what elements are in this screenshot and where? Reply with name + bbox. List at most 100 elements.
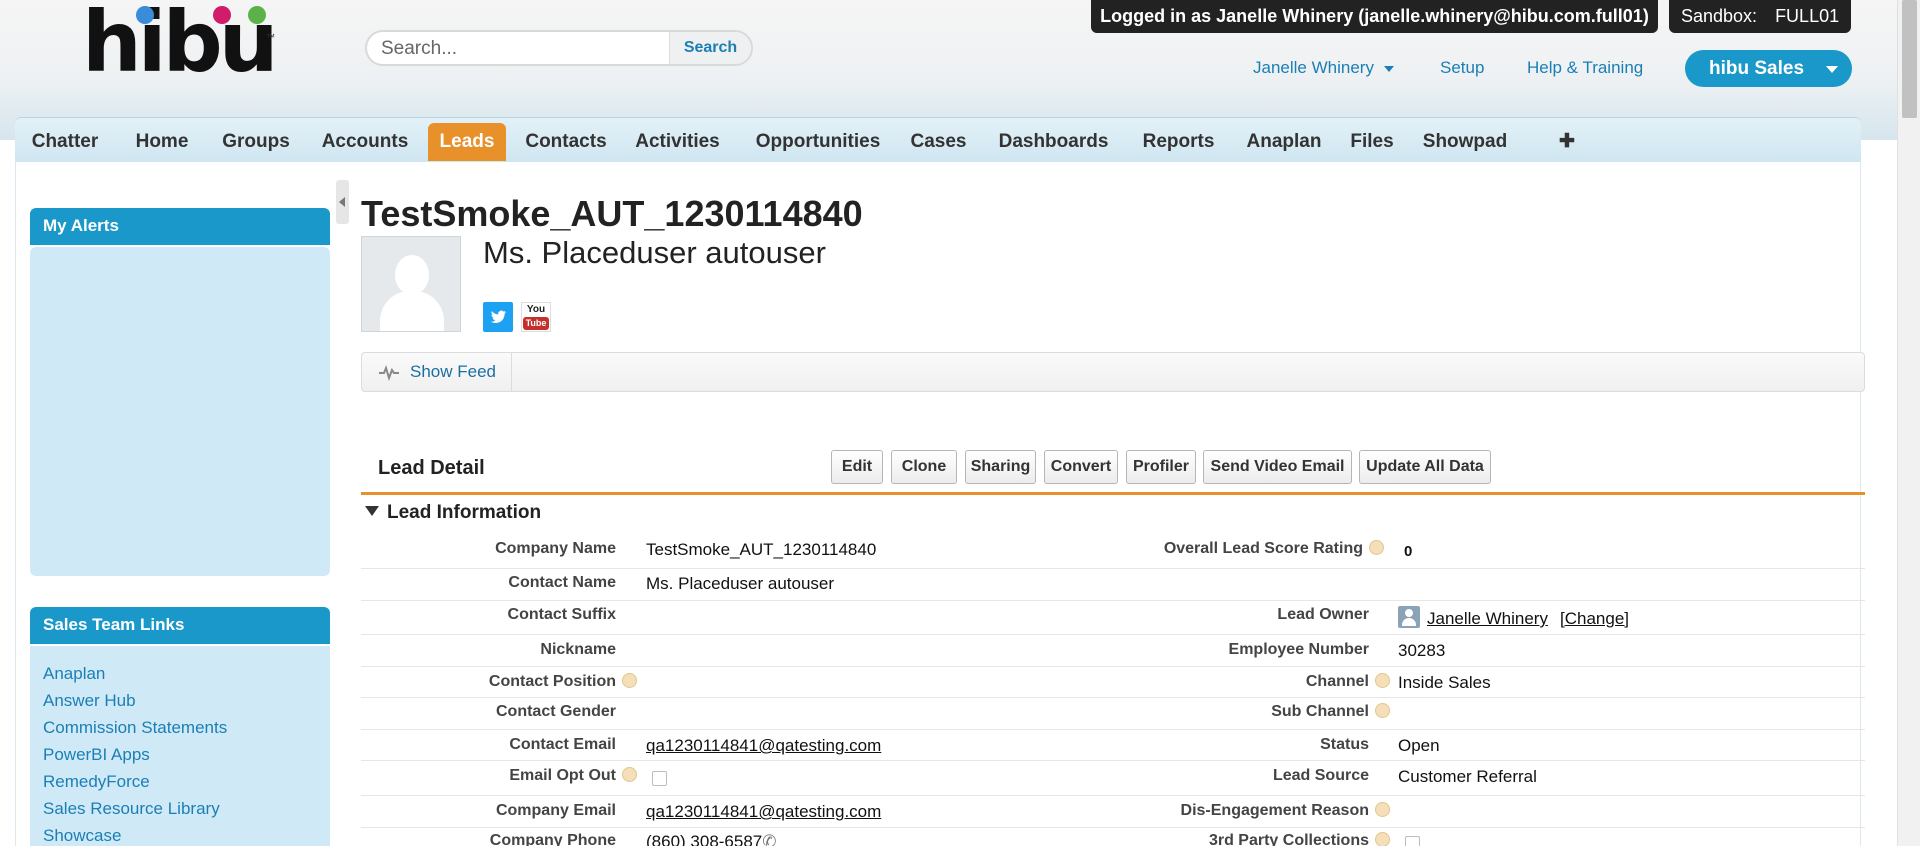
sidebar-link-commission-statements[interactable]: Commission Statements bbox=[43, 718, 227, 738]
field-label-company-name: Company Name bbox=[495, 540, 616, 557]
clone-button[interactable]: Clone bbox=[891, 450, 957, 484]
change-owner-link[interactable]: [Change] bbox=[1560, 609, 1629, 629]
company-phone-text[interactable]: (860) 308-6587 bbox=[646, 832, 762, 846]
field-value-company-email[interactable]: qa1230114841@qatesting.com bbox=[646, 802, 881, 822]
email-opt-out-label-text: Email Opt Out bbox=[509, 767, 616, 784]
tab-activities[interactable]: Activities bbox=[632, 123, 723, 161]
sidebar-collapse-handle[interactable] bbox=[336, 180, 349, 224]
search-box: Search bbox=[365, 30, 753, 66]
row-divider bbox=[361, 760, 1865, 761]
twitter-icon[interactable] bbox=[483, 302, 513, 332]
my-alerts-box bbox=[30, 247, 330, 576]
tab-groups[interactable]: Groups bbox=[218, 123, 294, 161]
dis-engagement-label-text: Dis-Engagement Reason bbox=[1180, 802, 1369, 819]
tab-dashboards[interactable]: Dashboards bbox=[996, 123, 1111, 161]
sidebar-link-powerbi-apps[interactable]: PowerBI Apps bbox=[43, 745, 150, 765]
3rd-party-collections-label-text: 3rd Party Collections bbox=[1208, 832, 1369, 846]
field-label-dis-engagement-reason: Dis-Engagement Reason bbox=[1181, 802, 1390, 820]
field-value-lead-owner[interactable]: Janelle Whinery bbox=[1427, 609, 1548, 629]
search-button[interactable]: Search bbox=[669, 32, 751, 64]
sidebar-link-answer-hub[interactable]: Answer Hub bbox=[43, 691, 136, 711]
search-input[interactable] bbox=[381, 37, 671, 61]
tab-bar: Chatter Home Groups Accounts Leads Conta… bbox=[15, 117, 1861, 167]
field-label-contact-suffix: Contact Suffix bbox=[507, 606, 616, 623]
email-opt-out-checkbox bbox=[652, 771, 667, 786]
field-value-status: Open bbox=[1398, 736, 1440, 755]
login-banner: Logged in as Janelle Whinery (janelle.wh… bbox=[1091, 0, 1658, 33]
help-icon[interactable] bbox=[622, 767, 637, 782]
lead-information-section[interactable]: Lead Information bbox=[365, 502, 541, 524]
tab-accounts[interactable]: Accounts bbox=[317, 123, 413, 161]
tab-files[interactable]: Files bbox=[1349, 123, 1395, 161]
chevron-down-icon bbox=[1383, 65, 1394, 72]
tab-anaplan[interactable]: Anaplan bbox=[1244, 123, 1324, 161]
logo-dot-blue bbox=[136, 6, 154, 24]
show-feed-button[interactable]: Show Feed bbox=[362, 353, 512, 391]
lead-detail-title: Lead Detail bbox=[378, 457, 485, 479]
help-icon[interactable] bbox=[1369, 540, 1384, 555]
collapse-triangle-icon bbox=[365, 506, 379, 516]
tab-showpad[interactable]: Showpad bbox=[1420, 123, 1510, 161]
edit-button[interactable]: Edit bbox=[831, 450, 883, 484]
record-subtitle: Ms. Placeduser autouser bbox=[483, 235, 826, 270]
send-video-email-button[interactable]: Send Video Email bbox=[1203, 450, 1352, 484]
3rd-party-collections-checkbox bbox=[1405, 836, 1420, 846]
row-divider bbox=[361, 729, 1865, 730]
logo-text: hibu bbox=[82, 0, 279, 91]
convert-button[interactable]: Convert bbox=[1044, 450, 1118, 484]
tab-add-icon[interactable]: ✚ bbox=[1554, 123, 1580, 161]
help-icon[interactable] bbox=[622, 673, 637, 688]
youtube-icon[interactable]: You Tube bbox=[521, 302, 551, 332]
field-label-company-phone: Company Phone bbox=[489, 832, 616, 846]
profiler-button[interactable]: Profiler bbox=[1126, 450, 1196, 484]
logo-dot-green bbox=[248, 6, 266, 24]
help-training-link[interactable]: Help & Training bbox=[1527, 58, 1643, 78]
sub-channel-label-text: Sub Channel bbox=[1271, 703, 1369, 720]
feed-bar: Show Feed bbox=[361, 352, 1865, 392]
user-icon bbox=[1398, 606, 1420, 628]
tab-reports[interactable]: Reports bbox=[1140, 123, 1217, 161]
channel-label-text: Channel bbox=[1305, 673, 1369, 690]
app-menu-button[interactable]: hibu Sales bbox=[1685, 50, 1852, 87]
sidebar-link-sales-resource-library[interactable]: Sales Resource Library bbox=[43, 799, 220, 819]
youtube-tube: Tube bbox=[523, 317, 549, 330]
scrollbar-thumb[interactable] bbox=[1902, 0, 1917, 118]
setup-link[interactable]: Setup bbox=[1440, 58, 1484, 78]
update-all-data-button[interactable]: Update All Data bbox=[1359, 450, 1491, 484]
phone-icon[interactable]: ✆ bbox=[762, 832, 776, 846]
user-menu[interactable]: Janelle Whinery bbox=[1253, 58, 1394, 78]
contact-position-label-text: Contact Position bbox=[488, 673, 616, 690]
tab-leads[interactable]: Leads bbox=[428, 123, 506, 161]
tab-opportunities[interactable]: Opportunities bbox=[753, 123, 883, 161]
sidebar-link-anaplan[interactable]: Anaplan bbox=[43, 664, 105, 684]
field-value-contact-email[interactable]: qa1230114841@qatesting.com bbox=[646, 736, 881, 756]
help-icon[interactable] bbox=[1375, 673, 1390, 688]
field-label-contact-email: Contact Email bbox=[509, 736, 616, 753]
row-divider bbox=[361, 666, 1865, 667]
sandbox-label: Sandbox: bbox=[1681, 6, 1758, 26]
help-icon[interactable] bbox=[1375, 802, 1390, 817]
field-label-contact-gender: Contact Gender bbox=[495, 703, 616, 720]
help-icon[interactable] bbox=[1375, 832, 1390, 846]
field-value-lead-source: Customer Referral bbox=[1398, 767, 1537, 786]
vertical-scrollbar[interactable] bbox=[1897, 0, 1920, 846]
tab-chatter[interactable]: Chatter bbox=[27, 123, 103, 161]
field-label-contact-name: Contact Name bbox=[508, 574, 616, 591]
help-icon[interactable] bbox=[1375, 703, 1390, 718]
tab-cases[interactable]: Cases bbox=[908, 123, 969, 161]
field-label-lead-owner: Lead Owner bbox=[1277, 606, 1369, 623]
row-divider bbox=[361, 827, 1865, 828]
sharing-button[interactable]: Sharing bbox=[965, 450, 1036, 484]
chevron-down-icon bbox=[1826, 66, 1838, 73]
field-label-nickname: Nickname bbox=[540, 641, 616, 658]
field-value-overall-lead-score: 0 bbox=[1404, 543, 1413, 560]
sidebar-link-remedyforce[interactable]: RemedyForce bbox=[43, 772, 150, 792]
avatar bbox=[361, 236, 461, 332]
user-menu-label: Janelle Whinery bbox=[1253, 58, 1374, 77]
field-label-channel: Channel bbox=[1306, 673, 1390, 691]
tab-home[interactable]: Home bbox=[129, 123, 195, 161]
sidebar-link-showcase[interactable]: Showcase bbox=[43, 826, 121, 846]
tab-contacts[interactable]: Contacts bbox=[522, 123, 610, 161]
hibu-logo[interactable]: hibu ™ bbox=[82, 0, 282, 91]
field-label-company-email: Company Email bbox=[495, 802, 616, 819]
